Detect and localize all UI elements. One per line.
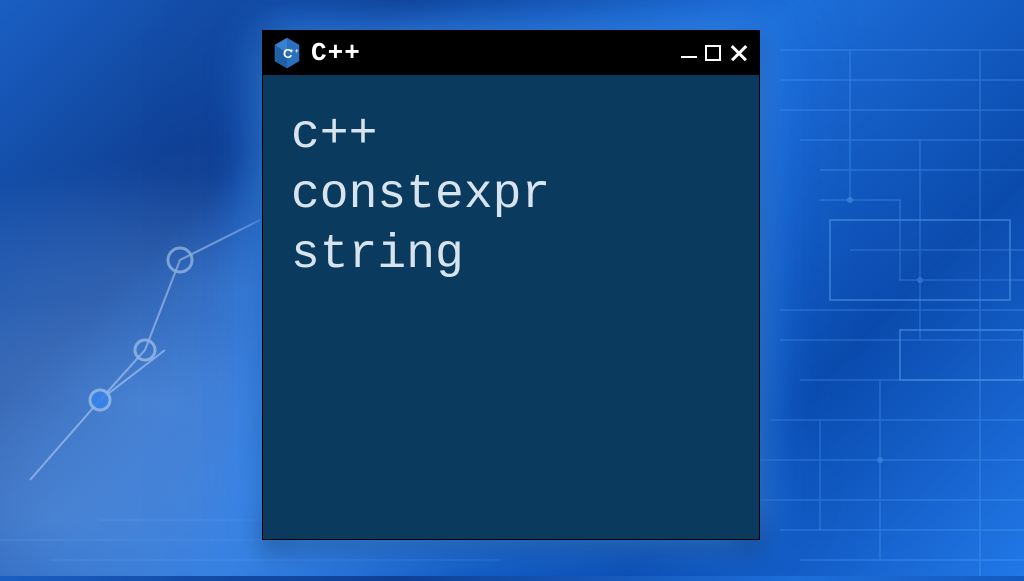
svg-text:+: + [295, 49, 299, 55]
code-content: c++ constexpr string [291, 105, 731, 285]
titlebar-left-group: C + + C++ [273, 37, 361, 69]
window-controls-group [681, 43, 749, 63]
code-line-2: constexpr [291, 168, 550, 222]
close-button[interactable] [729, 43, 749, 63]
code-line-1: c++ [291, 108, 377, 162]
svg-text:+: + [290, 49, 294, 55]
maximize-button[interactable] [705, 45, 721, 61]
window-body: c++ constexpr string [263, 75, 759, 315]
window-titlebar[interactable]: C + + C++ [263, 31, 759, 75]
app-window: C + + C++ c++ constexpr string [262, 30, 760, 540]
window-title: C++ [311, 38, 361, 68]
minimize-button[interactable] [681, 48, 697, 58]
cpp-language-icon: C + + [273, 37, 301, 69]
code-line-3: string [291, 228, 464, 282]
